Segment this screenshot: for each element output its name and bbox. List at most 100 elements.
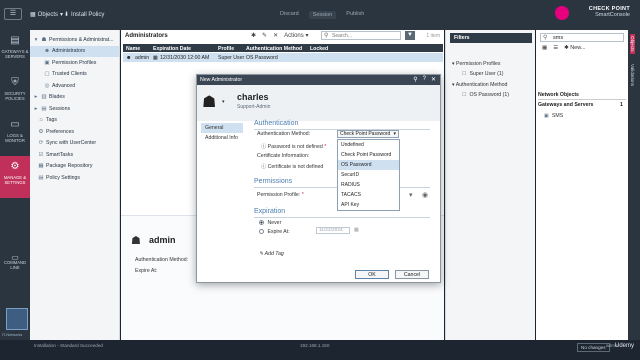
object-subcategory-count: 1	[620, 102, 623, 108]
certificate-status[interactable]: ⓘ Certificate is not defined	[261, 163, 323, 170]
object-search-value: sms	[553, 35, 564, 41]
option-tacacs[interactable]: TACACS	[338, 190, 399, 200]
option-securid[interactable]: SecurID	[338, 170, 399, 180]
column-header[interactable]: Locked	[310, 46, 328, 52]
filter-section[interactable]: ▾ Authentication Method	[452, 82, 507, 88]
search-icon[interactable]: ⚲	[413, 76, 417, 83]
object-item-sms[interactable]: ▣ SMS	[544, 113, 563, 119]
objects-menu[interactable]: ▦ Objects ▾	[30, 11, 63, 19]
admin-name-field[interactable]: charles	[237, 92, 269, 102]
table-row[interactable]: ☻ admin ▦ 12/31/2030 12:00 AM Super User…	[123, 53, 443, 62]
certificate-status-text: Certificate is not defined	[267, 164, 324, 170]
publish-button[interactable]: Publish	[346, 11, 364, 19]
changes-badge[interactable]: No changes	[577, 343, 610, 352]
section-permissions-title: Permissions	[254, 178, 293, 185]
main-menu-button[interactable]: ☰	[4, 8, 22, 20]
auth-method-select[interactable]: Check Point Password ▾	[337, 130, 399, 138]
new-object-label: New...	[570, 45, 586, 51]
object-search-input[interactable]: ⚲ sms	[540, 33, 624, 42]
tab-objects[interactable]: Objects	[630, 34, 635, 54]
command-line-button[interactable]: ▭ COMMAND LINE	[0, 254, 30, 271]
session-button[interactable]: Session	[308, 11, 337, 19]
tab-validations[interactable]: Validations	[630, 64, 635, 86]
command-line-label: COMMAND LINE	[3, 260, 27, 270]
tree-item-preferences[interactable]: ⚙ Preferences	[30, 126, 119, 138]
filter-item[interactable]: ☐ Super User (1)	[462, 71, 504, 77]
chevron-down-icon[interactable]: ▾	[409, 191, 413, 199]
cancel-button[interactable]: Cancel	[395, 270, 429, 279]
nav-logs-monitor[interactable]: ▭ LOGS & MONITOR	[0, 114, 30, 156]
option-os-password[interactable]: OS Password	[338, 160, 399, 170]
chevron-down-icon[interactable]: ▾	[222, 99, 225, 105]
nav-manage-settings[interactable]: ⚙ MANAGE & SETTINGS	[0, 156, 30, 198]
admin-avatar-icon[interactable]: ☗	[202, 92, 216, 112]
section-authentication-title: Authentication	[254, 120, 299, 127]
tree-item-tags[interactable]: ⌂ Tags	[30, 115, 119, 127]
table-header: Name Expiration Date Profile Authenticat…	[123, 44, 443, 52]
expiration-date-radio[interactable]: Expire At:	[259, 229, 290, 235]
task-status[interactable]: Installation - Standard Succeeded	[34, 343, 103, 348]
option-undefined[interactable]: Undefined	[338, 140, 399, 150]
tag-icon: ⌂	[39, 117, 43, 124]
new-star-icon[interactable]: ✱	[251, 32, 256, 39]
tree-item-policy-settings[interactable]: ▤ Policy Settings	[30, 172, 119, 184]
option-api-key[interactable]: API Key	[338, 200, 399, 210]
expire-date-input[interactable]: 11/22/2024	[316, 227, 350, 234]
delete-icon[interactable]: ✕	[273, 32, 278, 39]
gateways-icon: ▤	[10, 35, 20, 46]
sync-icon: ⟳	[38, 140, 44, 147]
password-status-text: Password is not defined	[267, 144, 323, 150]
tree-item-label: Preferences	[46, 128, 74, 135]
actions-menu[interactable]: Actions ▾	[284, 32, 308, 39]
detail-auth-label: Authentication Method:	[135, 257, 189, 263]
tree-item-advanced[interactable]: ◎ Advanced	[30, 80, 119, 92]
tree-item-package-repository[interactable]: ▦ Package Repository	[30, 161, 119, 173]
close-icon[interactable]: ✕	[431, 76, 436, 83]
objects-list-icon[interactable]: ☰	[553, 45, 558, 51]
tree-item-trusted-clients[interactable]: ▢ Trusted Clients	[30, 69, 119, 81]
ok-button[interactable]: OK	[355, 270, 389, 279]
expiration-never-radio[interactable]: Never	[259, 220, 281, 226]
section-divider	[254, 217, 430, 218]
column-header[interactable]: Expiration Date	[153, 46, 191, 52]
tree-item-blades[interactable]: ▸ ▥ Blades	[30, 92, 119, 104]
filter-section[interactable]: ▾ Permission Profiles	[452, 61, 500, 67]
discard-button[interactable]: Discard	[280, 11, 299, 19]
tree-item-smarttasks[interactable]: ☑ SmartTasks	[30, 149, 119, 161]
calendar-icon[interactable]: ▦	[354, 227, 359, 233]
tree-item-permissions[interactable]: ▾ ☗ Permissions & Administrat...	[30, 34, 119, 46]
auth-method-value: Check Point Password	[340, 131, 391, 137]
object-subcategory[interactable]: Gateways and Servers 1	[538, 102, 623, 108]
objects-panel: ⚲ sms ▦ ☰ ✱ New... Network Objects Gatew…	[536, 30, 628, 340]
nav-general[interactable]: General	[201, 123, 243, 133]
nav-gateways-servers[interactable]: ▤ GATEWAYS & SERVERS	[0, 30, 30, 72]
edit-icon[interactable]: ✎	[262, 32, 267, 39]
tree-item-permission-profiles[interactable]: ▣ Permission Profiles	[30, 57, 119, 69]
tree-item-administrators[interactable]: ☻ Administrators	[30, 45, 119, 57]
add-tag-link[interactable]: ✎ Add Tag	[259, 251, 284, 257]
shield-icon: ⛨	[11, 77, 19, 88]
left-navigation: ▤ GATEWAYS & SERVERS ⛨ SECURITY POLICIES…	[0, 30, 30, 340]
objects-tree-icon[interactable]: ▦	[542, 45, 547, 51]
tree-item-sessions[interactable]: ▸ ▤ Sessions	[30, 103, 119, 115]
search-input[interactable]: ⚲ Search...	[321, 31, 401, 40]
nav-security-policies[interactable]: ⛨ SECURITY POLICIES	[0, 72, 30, 114]
filter-icon[interactable]: ▼	[405, 31, 415, 40]
nav-additional-info[interactable]: Additional Info	[201, 133, 243, 143]
cell-profile: Super User	[218, 54, 245, 61]
tree-item-label: SmartTasks	[46, 151, 74, 158]
admin-comment-field[interactable]: Support-Admin	[237, 104, 270, 110]
option-radius[interactable]: RADIUS	[338, 180, 399, 190]
option-check-point-password[interactable]: Check Point Password	[338, 150, 399, 160]
column-header[interactable]: Profile	[218, 46, 234, 52]
add-tag-label: Add Tag	[264, 251, 284, 257]
new-object-button[interactable]: ✱ New...	[564, 45, 585, 51]
tree-item-sync-usercenter[interactable]: ⟳ Sync with UserCenter	[30, 138, 119, 150]
filter-item[interactable]: ☐ OS Password (1)	[462, 92, 509, 98]
help-icon[interactable]: ?	[423, 76, 426, 83]
password-status[interactable]: ⓘ Password is not defined *	[261, 143, 326, 150]
install-policy-button[interactable]: ⬇ Install Policy	[64, 11, 104, 19]
column-header[interactable]: Authentication Method	[246, 46, 302, 52]
view-profile-icon[interactable]: ◉	[422, 191, 428, 199]
column-header[interactable]: Name	[126, 46, 140, 52]
